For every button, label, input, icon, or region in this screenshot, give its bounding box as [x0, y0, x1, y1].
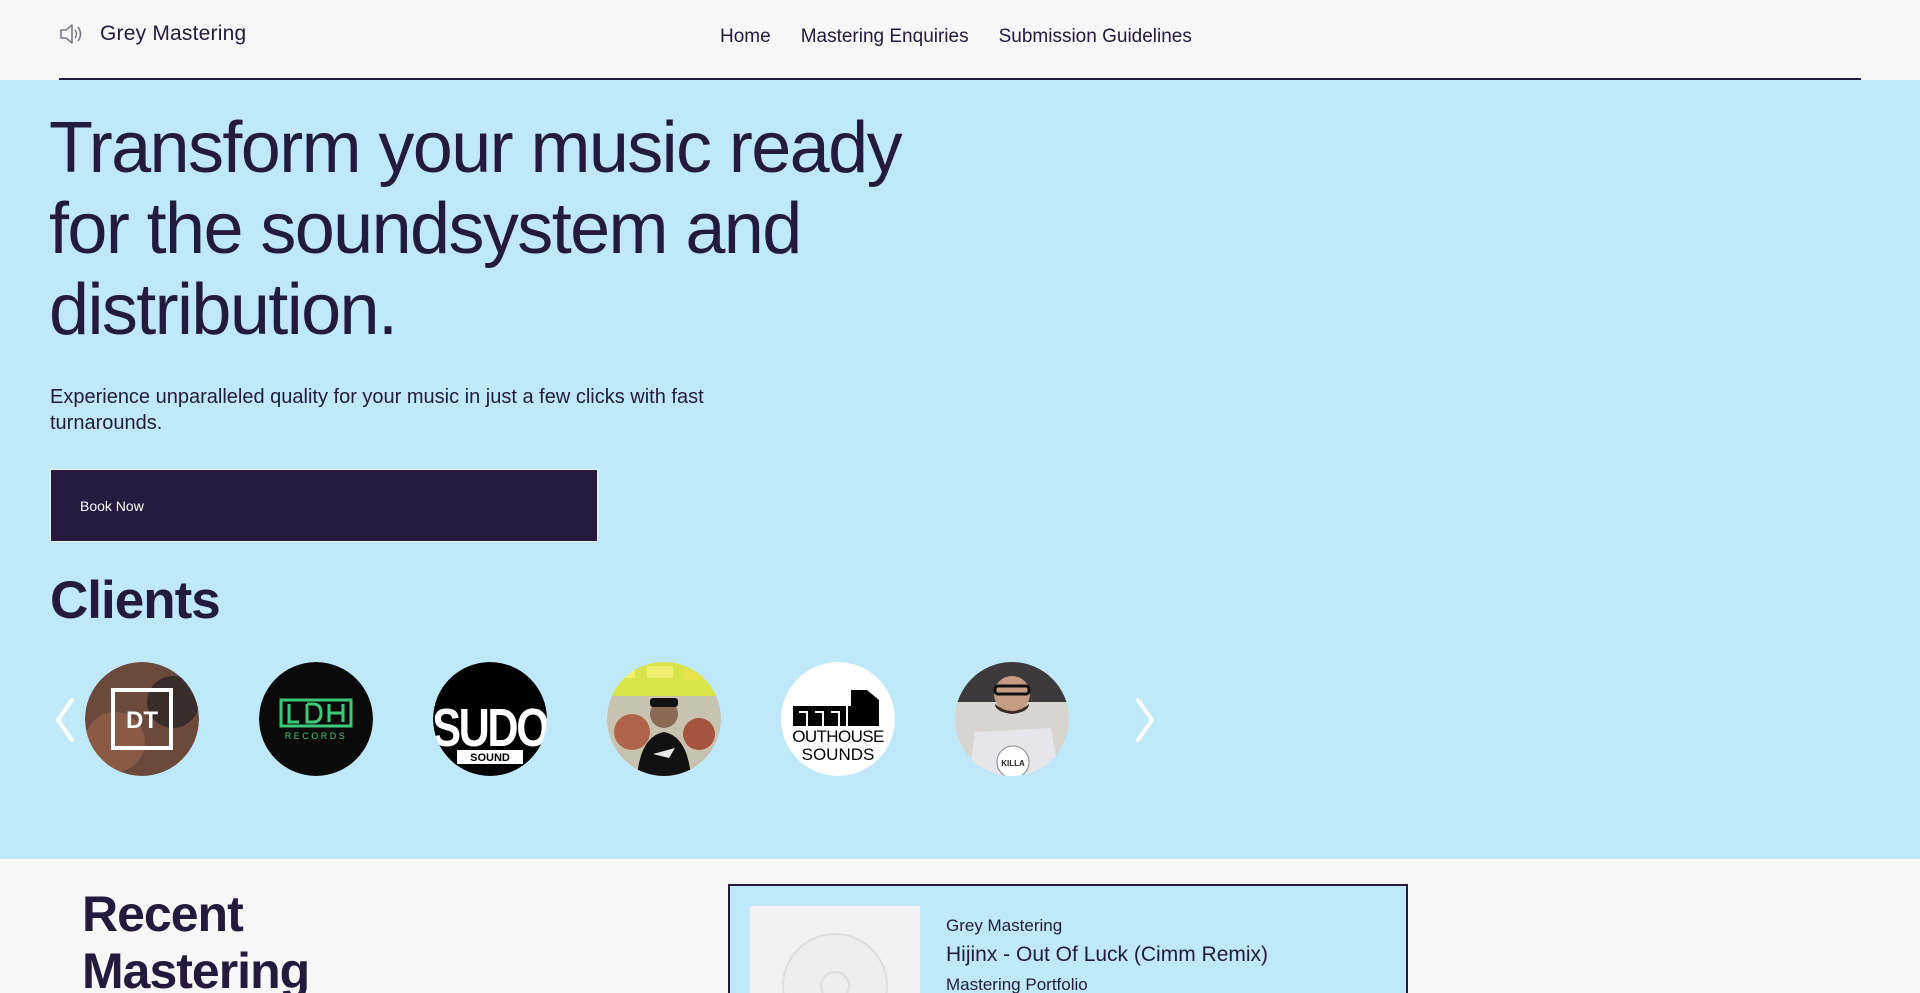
client-logo-sudo[interactable]: SUDO SOUND [433, 662, 547, 776]
svg-text:SOUNDS: SOUNDS [802, 745, 875, 764]
nav-submission-guidelines[interactable]: Submission Guidelines [999, 26, 1192, 48]
card-artist: Grey Mastering [946, 916, 1063, 935]
hero-title: Transform your music ready for the sound… [49, 108, 903, 350]
vinyl-placeholder-icon [782, 933, 888, 993]
card-track-title[interactable]: Hijinx - Out Of Luck (Cimm Remix) [946, 943, 1268, 967]
site-header: Grey Mastering Home Mastering Enquiries … [0, 0, 1920, 80]
chevron-right-icon[interactable] [1130, 690, 1160, 750]
card-collection-label: Mastering Portfolio [946, 975, 1088, 993]
client-photo-icon: KILLA [955, 662, 1069, 776]
nav-mastering-enquiries[interactable]: Mastering Enquiries [801, 26, 969, 48]
recent-mastering-title: Recent Mastering [82, 886, 310, 993]
nav-home[interactable]: Home [720, 26, 771, 48]
outhouse-sounds-logo-icon: OUTHOUSE SOUNDS [781, 662, 895, 776]
dt-logo-icon: DT [85, 662, 199, 776]
portfolio-card[interactable]: Grey Mastering Hijinx - Out Of Luck (Cim… [728, 884, 1408, 993]
dt-logo-text: DT [126, 707, 158, 734]
client-photo-1[interactable] [607, 662, 721, 776]
client-logo-ldh[interactable]: RECORDS [259, 662, 373, 776]
hero-section: Transform your music ready for the sound… [0, 80, 1920, 859]
clients-carousel: DT RECORDS SUDO SOUND OUTHOUSE SOUNDS KI… [50, 662, 1170, 778]
client-logo-dt[interactable]: DT [85, 662, 199, 776]
client-photo-icon [607, 662, 721, 776]
client-photo-2[interactable]: KILLA [955, 662, 1069, 776]
svg-text:SOUND: SOUND [470, 752, 510, 764]
brand-name: Grey Mastering [100, 22, 247, 45]
brand[interactable]: Grey Mastering [58, 20, 246, 48]
sudo-sound-logo-icon: SUDO SOUND [433, 662, 547, 776]
book-now-label: Book Now [80, 497, 144, 514]
speaker-icon [58, 20, 86, 48]
svg-text:OUTHOUSE: OUTHOUSE [792, 727, 884, 746]
book-now-button[interactable]: Book Now [50, 469, 598, 542]
album-art-thumbnail[interactable] [750, 906, 920, 993]
svg-text:RECORDS: RECORDS [285, 731, 348, 741]
main-nav: Home Mastering Enquiries Submission Guid… [720, 26, 1192, 48]
hero-subtitle: Experience unparalleled quality for your… [50, 386, 704, 434]
chevron-left-icon[interactable] [50, 690, 80, 750]
svg-text:SUDO: SUDO [433, 699, 547, 759]
client-logo-outhouse[interactable]: OUTHOUSE SOUNDS [781, 662, 895, 776]
ldh-records-logo-icon: RECORDS [259, 662, 373, 776]
svg-text:KILLA: KILLA [1001, 759, 1025, 768]
clients-title: Clients [50, 571, 221, 630]
